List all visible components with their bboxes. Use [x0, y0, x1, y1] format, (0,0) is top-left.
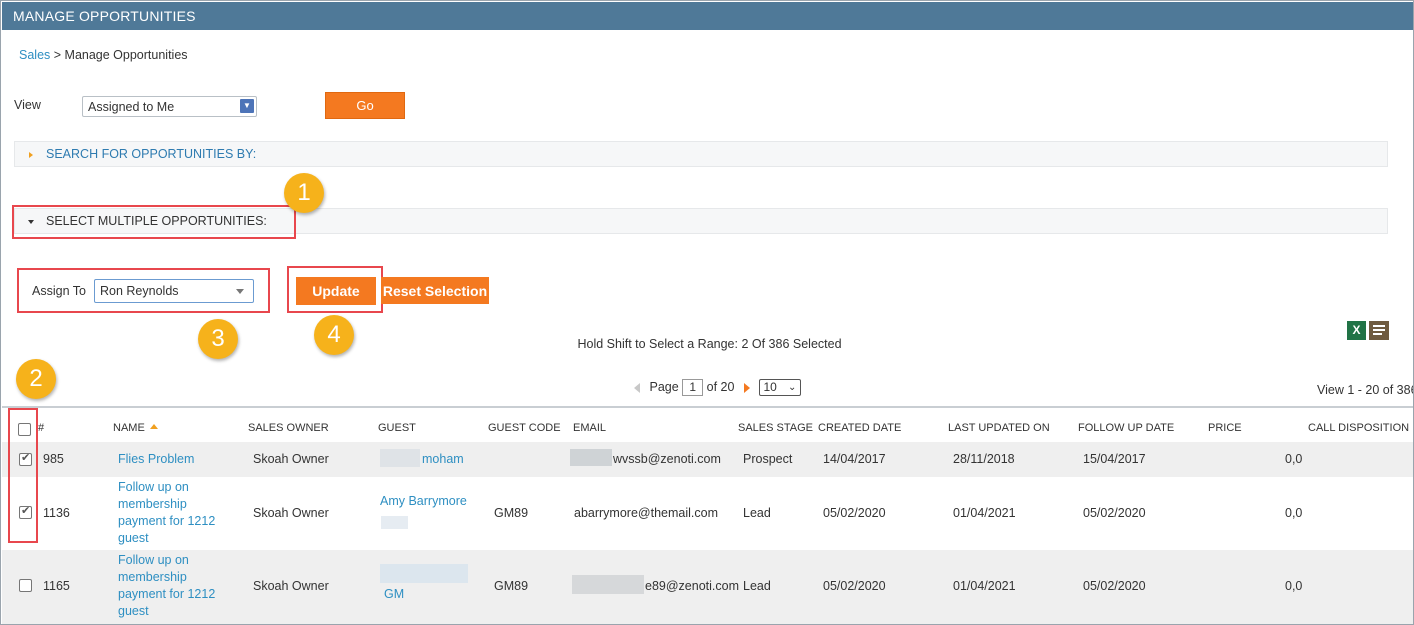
row-follow-up-date: 15/04/2017 [1083, 452, 1146, 466]
page-title: MANAGE OPPORTUNITIES [13, 8, 196, 24]
redacted-block [380, 564, 468, 583]
page-number-input[interactable]: 1 [682, 379, 704, 396]
row-price: 0,0 [1285, 579, 1303, 593]
caret-right-icon [29, 152, 33, 158]
row-sales-owner: Skoah Owner [253, 579, 329, 593]
row-sales-stage: Lead [743, 506, 771, 520]
redacted-block [381, 516, 408, 529]
row-sales-owner: Skoah Owner [253, 452, 329, 466]
highlight-box-row-checkboxes [8, 408, 38, 543]
view-select-value: Assigned to Me [88, 100, 175, 114]
highlight-box-multi-select [12, 205, 296, 239]
row-email: abarrymore@themail.com [574, 506, 718, 520]
page-header: MANAGE OPPORTUNITIES [2, 2, 1413, 30]
col-header-follow-up-date[interactable]: FOLLOW UP DATE [1078, 422, 1174, 434]
col-header-email[interactable]: EMAIL [573, 422, 606, 434]
page-label: Page [649, 379, 679, 394]
row-sales-owner: Skoah Owner [253, 506, 329, 520]
table-row[interactable]: 1136 Follow up onmembershippayment for 1… [2, 477, 1413, 550]
chevron-down-icon: ▼ [240, 99, 254, 113]
col-header-call-disposition[interactable]: CALL DISPOSITION [1308, 422, 1409, 434]
go-button[interactable]: Go [325, 92, 405, 119]
selection-hint: Hold Shift to Select a Range: 2 Of 386 S… [577, 337, 842, 351]
row-last-updated: 01/04/2021 [953, 506, 1016, 520]
row-guest-code: GM89 [494, 579, 529, 593]
per-page-select[interactable]: 10 ⌄ [759, 379, 802, 396]
row-last-updated: 01/04/2021 [953, 579, 1016, 593]
row-email: wvssb@zenoti.com [613, 452, 721, 466]
sort-asc-icon [149, 424, 158, 429]
row-id: 985 [43, 452, 64, 466]
breadcrumb-current: Manage Opportunities [64, 48, 188, 62]
row-created-date: 14/04/2017 [823, 452, 886, 466]
highlight-box-update [287, 266, 383, 313]
redacted-block [570, 449, 612, 466]
row-sales-stage: Prospect [743, 452, 793, 466]
chevron-down-icon: ⌄ [788, 382, 797, 393]
pagination: Page 1 of 20 10 ⌄ [634, 379, 802, 396]
highlight-box-assign-to [17, 268, 270, 313]
col-header-guest-code[interactable]: GUEST CODE [488, 422, 561, 434]
row-guest-link[interactable]: Amy Barrymore [380, 494, 467, 508]
col-header-guest[interactable]: GUEST [378, 422, 416, 434]
breadcrumb-sales-link[interactable]: Sales [19, 48, 50, 62]
row-guest-code: GM89 [494, 506, 529, 520]
page-of-label: of 20 [706, 379, 735, 394]
row-price: 0,0 [1285, 506, 1303, 520]
col-header-sales-owner[interactable]: SALES OWNER [248, 422, 329, 434]
col-header-price[interactable]: PRICE [1208, 422, 1242, 434]
row-id: 1165 [43, 579, 70, 593]
callout-badge-2: 2 [16, 359, 56, 399]
table-row[interactable]: 985 Flies Problem Skoah Owner moham wvss… [2, 442, 1413, 477]
row-price: 0,0 [1285, 452, 1303, 466]
row-follow-up-date: 05/02/2020 [1083, 506, 1146, 520]
row-id: 1136 [43, 506, 70, 520]
app-window: MANAGE OPPORTUNITIES Sales > Manage Oppo… [0, 0, 1414, 625]
row-guest-link[interactable]: GM [384, 587, 404, 601]
table-header-row: # NAME SALES OWNER GUEST GUEST CODE EMAI… [2, 408, 1413, 442]
search-panel[interactable]: SEARCH FOR OPPORTUNITIES BY: [14, 141, 1388, 167]
table-row[interactable]: 1165 Follow up on membership payment for 1… [2, 550, 1413, 624]
opportunities-table: # NAME SALES OWNER GUEST GUEST CODE EMAI… [2, 406, 1413, 624]
col-header-id: # [38, 422, 45, 434]
next-page-icon[interactable] [743, 382, 750, 393]
callout-badge-1: 1 [284, 173, 324, 213]
row-guest-link[interactable]: moham [422, 452, 464, 466]
row-email: e89@zenoti.com [645, 579, 739, 593]
view-select[interactable]: Assigned to Me ▼ [82, 96, 257, 117]
breadcrumb-separator: > [50, 48, 65, 62]
redacted-block [572, 575, 644, 594]
row-name-link[interactable]: Follow up on membership payment for 1212 gu… [118, 479, 215, 547]
reset-selection-button[interactable]: Reset Selection [381, 277, 489, 304]
row-created-date: 05/02/2020 [823, 506, 886, 520]
row-name-link[interactable]: Follow up on membership payment for 1212 gu… [118, 552, 215, 620]
col-header-name[interactable]: NAME [113, 422, 158, 434]
col-header-last-updated[interactable]: LAST UPDATED ON [948, 422, 1050, 434]
prev-page-icon[interactable] [634, 382, 640, 393]
redacted-block [380, 449, 420, 467]
row-created-date: 05/02/2020 [823, 579, 886, 593]
row-checkbox[interactable] [19, 579, 32, 592]
row-sales-stage: Lead [743, 579, 771, 593]
col-header-sales-stage[interactable]: SALES STAGE [738, 422, 813, 434]
row-last-updated: 28/11/2018 [953, 452, 1015, 466]
row-follow-up-date: 05/02/2020 [1083, 579, 1146, 593]
row-name-link[interactable]: Flies Problem [118, 452, 194, 466]
search-panel-title: SEARCH FOR OPPORTUNITIES BY: [46, 147, 257, 161]
per-page-value: 10 [763, 380, 777, 394]
view-label: View [14, 98, 41, 112]
breadcrumb: Sales > Manage Opportunities [19, 48, 188, 62]
view-count: View 1 - 20 of 386 [1317, 383, 1414, 397]
col-header-created-date[interactable]: CREATED DATE [818, 422, 901, 434]
